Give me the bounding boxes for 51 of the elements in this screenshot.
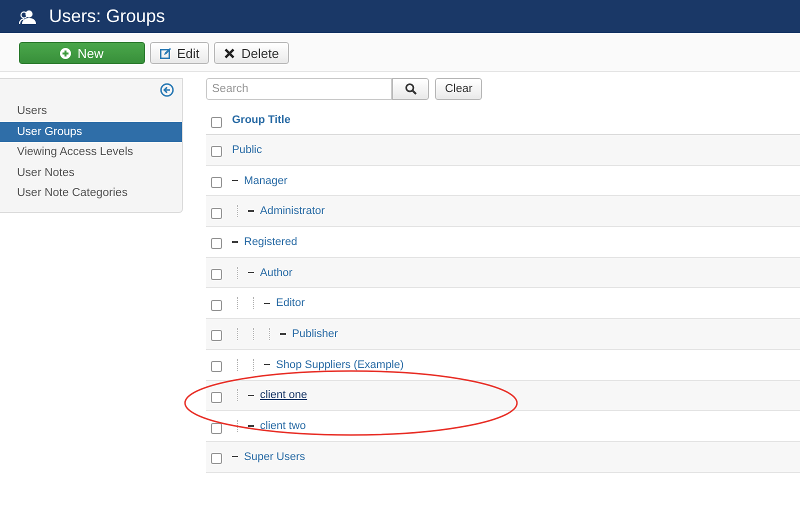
close-icon	[224, 48, 236, 58]
row-checkbox[interactable]	[211, 392, 222, 403]
group-link[interactable]: client one	[260, 389, 308, 402]
new-button[interactable]: New	[19, 42, 145, 64]
row-checkbox[interactable]	[211, 146, 222, 158]
tree-dash-icon	[248, 272, 254, 274]
group-link[interactable]: Registered	[244, 236, 298, 248]
tree-dash-icon	[232, 241, 238, 243]
group-link[interactable]: Manager	[244, 174, 288, 187]
edit-button[interactable]: Edit	[150, 42, 210, 64]
search-icon	[404, 83, 416, 95]
column-header[interactable]: Group Title	[232, 114, 290, 126]
group-link[interactable]: Editor	[276, 297, 305, 310]
group-link[interactable]: Publisher	[292, 328, 338, 340]
search-button[interactable]	[392, 78, 429, 100]
row-checkbox[interactable]	[211, 208, 222, 219]
row-checkbox[interactable]	[211, 300, 222, 311]
clear-button[interactable]: Clear	[435, 78, 482, 100]
row-checkbox[interactable]	[211, 177, 222, 188]
users-icon	[19, 8, 36, 24]
row-checkbox[interactable]	[211, 453, 222, 464]
tree-dash-icon	[264, 364, 270, 366]
row-checkbox[interactable]	[211, 361, 222, 372]
row-checkbox[interactable]	[211, 330, 222, 342]
group-link[interactable]: Administrator	[260, 205, 325, 218]
tree-dash-icon	[232, 180, 238, 182]
group-link[interactable]: Author	[260, 266, 292, 279]
group-link[interactable]: Public	[232, 144, 262, 156]
tree-dash-icon	[264, 302, 270, 304]
row-checkbox[interactable]	[211, 269, 222, 280]
plus-circle-icon	[60, 48, 72, 58]
select-all-checkbox[interactable]	[211, 116, 222, 128]
sidebar-item[interactable]: Users	[0, 101, 182, 122]
tree-dash-icon	[280, 333, 286, 335]
tree-dash-icon	[248, 210, 254, 212]
row-checkbox[interactable]	[211, 422, 222, 434]
delete-button[interactable]: Delete	[214, 42, 289, 64]
page-title: Users: Groups	[49, 6, 166, 27]
tree-dash-icon	[232, 456, 238, 458]
group-link[interactable]: Shop Suppliers (Example)	[276, 358, 404, 371]
tree-dash-icon	[248, 425, 254, 427]
group-link[interactable]: Super Users	[244, 450, 306, 463]
edit-icon	[160, 48, 171, 58]
row-checkbox[interactable]	[211, 238, 222, 250]
sidebar-item[interactable]: User Note Categories	[0, 183, 182, 204]
group-link[interactable]: client two	[260, 420, 306, 432]
sidebar-item[interactable]: User Groups	[0, 122, 182, 142]
tree-dash-icon	[248, 394, 254, 396]
sidebar-item[interactable]: Viewing Access Levels	[0, 142, 182, 162]
sidebar-item[interactable]: User Notes	[0, 162, 182, 183]
search-field[interactable]: Search	[206, 78, 392, 100]
